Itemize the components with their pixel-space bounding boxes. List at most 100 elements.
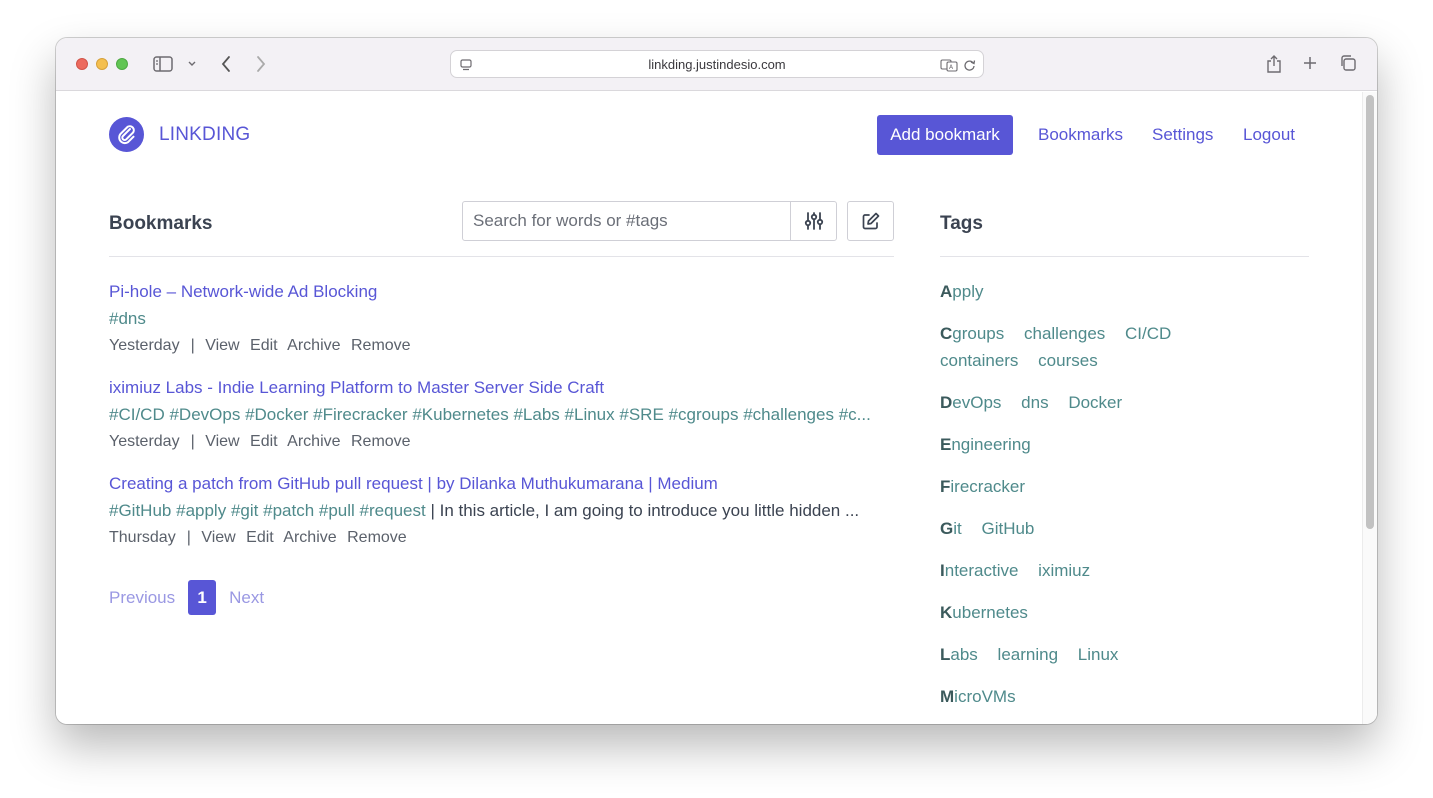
tag-link[interactable]: #DevOps xyxy=(169,405,240,424)
bookmark-item: Creating a patch from GitHub pull reques… xyxy=(109,474,894,548)
browser-window: linkding.justindesio.com A LINKDING Add … xyxy=(56,38,1377,724)
tag-cloud-item[interactable]: Linux xyxy=(1078,645,1119,664)
search-form xyxy=(462,201,837,241)
edit-icon xyxy=(862,212,879,230)
tag-link[interactable]: #GitHub xyxy=(109,501,171,520)
search-options-button[interactable] xyxy=(790,202,836,240)
previous-page-link[interactable]: Previous xyxy=(109,588,175,608)
tag-cloud-item[interactable]: Firecracker xyxy=(940,477,1025,496)
sliders-icon xyxy=(804,212,823,230)
zoom-window-button[interactable] xyxy=(116,58,128,70)
tag-name-rest: abs xyxy=(950,645,978,664)
tag-cloud-item[interactable]: Git xyxy=(940,519,962,538)
tag-link[interactable]: #CI/CD xyxy=(109,405,165,424)
tag-link[interactable]: #cgroups xyxy=(669,405,739,424)
tag-cloud-item[interactable]: Cgroups xyxy=(940,324,1004,343)
nav-logout-link[interactable]: Logout xyxy=(1243,125,1295,145)
tag-group: Firecracker xyxy=(940,473,1280,500)
tag-cloud-item[interactable]: containers xyxy=(940,351,1018,370)
view-link[interactable]: View xyxy=(201,529,235,546)
scrollbar[interactable] xyxy=(1362,92,1377,724)
tag-link[interactable]: #pull xyxy=(319,501,355,520)
tag-name-rest: nteractive xyxy=(944,561,1019,580)
tag-cloud-item[interactable]: Apply xyxy=(940,282,983,301)
brand[interactable]: LINKDING xyxy=(109,117,250,152)
bookmark-title-link[interactable]: iximiuz Labs - Indie Learning Platform t… xyxy=(109,378,894,405)
bookmark-title-link[interactable]: Pi-hole – Network-wide Ad Blocking xyxy=(109,282,894,309)
tag-group-initial: C xyxy=(940,324,953,343)
bookmark-tags: #CI/CD #DevOps #Docker #Firecracker #Kub… xyxy=(109,405,894,432)
tag-cloud-item[interactable]: courses xyxy=(1038,351,1098,370)
scrollbar-thumb[interactable] xyxy=(1366,95,1374,529)
bulk-edit-button[interactable] xyxy=(847,201,894,241)
tag-cloud-item[interactable]: Interactive xyxy=(940,561,1018,580)
archive-link[interactable]: Archive xyxy=(287,337,340,354)
bookmark-tags: #dns xyxy=(109,309,894,336)
minimize-window-button[interactable] xyxy=(96,58,108,70)
tag-group-initial: E xyxy=(940,435,952,454)
bookmark-actions: Thursday | View Edit Archive Remove xyxy=(109,529,407,546)
bookmark-tags-and-description: #GitHub #apply #git #patch #pull #reques… xyxy=(109,501,894,528)
tag-group-initial: M xyxy=(940,687,955,706)
tag-cloud-item[interactable]: Labs xyxy=(940,645,978,664)
bookmark-actions: Yesterday | View Edit Archive Remove xyxy=(109,337,411,354)
tag-cloud-item[interactable]: learning xyxy=(998,645,1059,664)
tag-cloud-item[interactable]: Docker xyxy=(1068,393,1122,412)
tag-link[interactable]: #request xyxy=(360,501,426,520)
share-icon[interactable] xyxy=(1263,52,1285,76)
edit-link[interactable]: Edit xyxy=(246,529,274,546)
sidebar-toggle-icon[interactable] xyxy=(152,54,174,74)
tag-link[interactable]: #c... xyxy=(839,405,871,424)
tag-cloud-item[interactable]: DevOps xyxy=(940,393,1001,412)
archive-link[interactable]: Archive xyxy=(283,529,336,546)
chevron-down-icon[interactable] xyxy=(185,57,199,71)
bookmark-title-link[interactable]: Creating a patch from GitHub pull reques… xyxy=(109,474,894,501)
back-icon[interactable] xyxy=(216,53,236,75)
linkding-logo-icon xyxy=(109,117,144,152)
translate-icon[interactable]: A xyxy=(939,57,959,73)
tag-cloud-item[interactable]: CI/CD xyxy=(1125,324,1171,343)
remove-link[interactable]: Remove xyxy=(351,433,411,450)
tag-link[interactable]: #git xyxy=(231,501,258,520)
tag-cloud-item[interactable]: GitHub xyxy=(981,519,1034,538)
edit-link[interactable]: Edit xyxy=(250,337,278,354)
tag-link[interactable]: #dns xyxy=(109,309,146,328)
tag-cloud-item[interactable]: MicroVMs xyxy=(940,687,1016,706)
tag-link[interactable]: #SRE xyxy=(619,405,663,424)
tag-group-initial: K xyxy=(940,603,953,622)
archive-link[interactable]: Archive xyxy=(287,433,340,450)
edit-link[interactable]: Edit xyxy=(250,433,278,450)
tag-link[interactable]: #challenges xyxy=(743,405,834,424)
tag-link[interactable]: #Linux xyxy=(565,405,615,424)
nav-bookmarks-link[interactable]: Bookmarks xyxy=(1038,125,1123,145)
address-bar[interactable]: linkding.justindesio.com A xyxy=(450,50,984,78)
tag-link[interactable]: #patch xyxy=(263,501,314,520)
pagination: Previous 1 Next xyxy=(109,580,264,615)
tag-link[interactable]: #Kubernetes xyxy=(412,405,508,424)
tab-overview-icon[interactable] xyxy=(1337,52,1359,74)
close-window-button[interactable] xyxy=(76,58,88,70)
search-input[interactable] xyxy=(463,202,790,240)
tag-cloud-item[interactable]: iximiuz xyxy=(1038,561,1090,580)
next-page-link[interactable]: Next xyxy=(229,588,264,608)
tag-link[interactable]: #Docker xyxy=(245,405,308,424)
view-link[interactable]: View xyxy=(205,337,239,354)
tag-cloud-item[interactable]: dns xyxy=(1021,393,1048,412)
nav-settings-link[interactable]: Settings xyxy=(1152,125,1213,145)
forward-icon[interactable] xyxy=(251,53,271,75)
view-link[interactable]: View xyxy=(205,433,239,450)
bookmarks-heading: Bookmarks xyxy=(109,213,213,234)
page-viewport: LINKDING Add bookmark Bookmarks Settings… xyxy=(56,92,1377,724)
remove-link[interactable]: Remove xyxy=(347,529,407,546)
tag-link[interactable]: #Labs xyxy=(513,405,559,424)
add-bookmark-button[interactable]: Add bookmark xyxy=(877,115,1013,155)
tag-link[interactable]: #Firecracker xyxy=(313,405,407,424)
remove-link[interactable]: Remove xyxy=(351,337,411,354)
new-tab-icon[interactable] xyxy=(1300,53,1320,73)
tag-cloud-item[interactable]: Engineering xyxy=(940,435,1031,454)
tag-cloud-item[interactable]: Kubernetes xyxy=(940,603,1028,622)
reload-icon[interactable] xyxy=(961,57,977,73)
tag-link[interactable]: #apply xyxy=(176,501,226,520)
current-page[interactable]: 1 xyxy=(188,580,217,615)
tag-cloud-item[interactable]: challenges xyxy=(1024,324,1105,343)
